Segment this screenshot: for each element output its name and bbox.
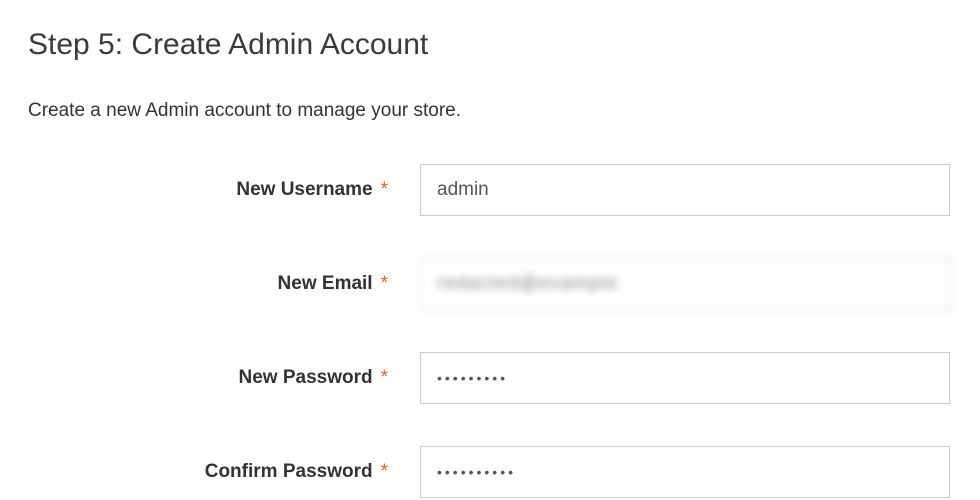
form-row-confirm-password: Confirm Password * — [28, 446, 952, 498]
required-asterisk-icon: * — [381, 179, 388, 201]
required-asterisk-icon: * — [381, 461, 388, 483]
username-label: New Username — [236, 179, 372, 201]
password-input[interactable] — [420, 352, 950, 404]
page-subtitle: Create a new Admin account to manage you… — [28, 100, 952, 122]
username-input[interactable] — [420, 164, 950, 216]
required-asterisk-icon: * — [381, 273, 388, 295]
email-input[interactable] — [420, 258, 950, 310]
password-label: New Password — [238, 367, 372, 389]
form-row-email: New Email * — [28, 258, 952, 310]
page-title: Step 5: Create Admin Account — [28, 28, 952, 62]
required-asterisk-icon: * — [381, 367, 388, 389]
form-row-password: New Password * — [28, 352, 952, 404]
email-label: New Email — [278, 273, 373, 295]
confirm-password-label: Confirm Password — [205, 461, 373, 483]
form-row-username: New Username * — [28, 164, 952, 216]
confirm-password-input[interactable] — [420, 446, 950, 498]
